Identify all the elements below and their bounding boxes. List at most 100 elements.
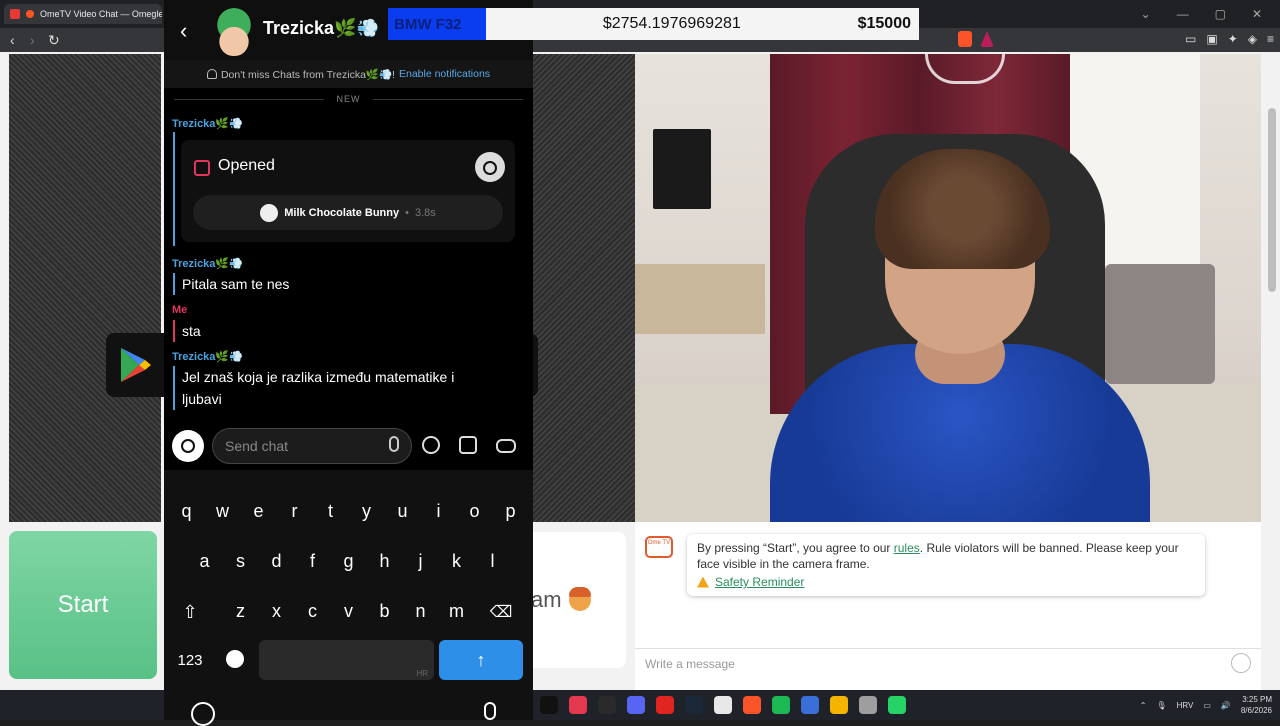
opera-icon[interactable]: [656, 696, 674, 714]
key-h[interactable]: h: [369, 540, 401, 582]
app-red-icon[interactable]: [569, 696, 587, 714]
forward-button[interactable]: ›: [30, 32, 35, 48]
numbers-key[interactable]: 123: [172, 640, 208, 680]
message-input[interactable]: Write a message: [635, 648, 1261, 678]
start-button[interactable]: Start: [9, 531, 157, 679]
tiktok-icon[interactable]: [540, 696, 558, 714]
shift-key[interactable]: ⇧: [172, 592, 208, 632]
games-icon[interactable]: [496, 439, 516, 453]
key-i[interactable]: i: [423, 490, 455, 532]
key-k[interactable]: k: [441, 540, 473, 582]
mic-tray-icon[interactable]: 🎙: [1156, 701, 1166, 710]
rules-link[interactable]: rules: [894, 541, 920, 555]
notification-text: Don't miss Chats from Trezicka🌿💨!: [220, 68, 395, 81]
microphone-icon[interactable]: [389, 436, 399, 452]
keyboard-row-3: zxcvbnm: [164, 590, 533, 632]
snap-message: Opened Milk Chocolate Bunny • 3.8s: [173, 132, 515, 246]
chrome-icon[interactable]: [830, 696, 848, 714]
volume-icon[interactable]: 🔊: [1221, 701, 1231, 710]
key-m[interactable]: m: [441, 590, 473, 632]
browser-tab-ometv[interactable]: OmeTV Video Chat — Omegle ✕: [4, 4, 162, 24]
whatsapp-icon[interactable]: [888, 696, 906, 714]
minimize-button[interactable]: —: [1177, 7, 1189, 21]
key-y[interactable]: y: [351, 490, 383, 532]
epic-games-icon[interactable]: [598, 696, 616, 714]
key-w[interactable]: w: [207, 490, 239, 532]
key-s[interactable]: s: [225, 540, 257, 582]
key-n[interactable]: n: [405, 590, 437, 632]
sidebar-icon[interactable]: ▭: [1185, 32, 1196, 46]
keyboard-mic-icon[interactable]: [484, 702, 496, 720]
safety-reminder-link[interactable]: Safety Reminder: [715, 574, 804, 590]
key-o[interactable]: o: [459, 490, 491, 532]
app-multi-icon[interactable]: [859, 696, 877, 714]
key-f[interactable]: f: [297, 540, 329, 582]
network-icon[interactable]: ▭: [1203, 701, 1211, 710]
steam-icon[interactable]: [685, 696, 703, 714]
app-blue-icon[interactable]: [801, 696, 819, 714]
taskbar-clock[interactable]: 3:25 PM 8/6/2026: [1241, 694, 1272, 716]
snapchat-back-button[interactable]: ‹: [180, 18, 187, 44]
leo-ai-icon[interactable]: ✦: [1228, 32, 1238, 46]
emoji-picker-icon[interactable]: [1231, 653, 1251, 673]
sound-avatar-icon: [260, 203, 279, 222]
key-a[interactable]: a: [189, 540, 221, 582]
tab-search-icon[interactable]: ⌄: [1141, 7, 1151, 21]
maximize-button[interactable]: ▢: [1215, 7, 1226, 21]
bitmoji-icon[interactable]: [422, 436, 440, 454]
goal-name: BMW F32: [388, 8, 486, 40]
vpn-shield-icon[interactable]: ◈: [1248, 32, 1257, 46]
page-scrollbar[interactable]: [1268, 108, 1276, 292]
emoji-key-icon[interactable]: [226, 650, 244, 668]
space-key[interactable]: HR: [259, 640, 434, 680]
key-t[interactable]: t: [315, 490, 347, 532]
google-play-badge[interactable]: [106, 333, 166, 397]
globe-icon[interactable]: [191, 702, 215, 726]
message-sender: Trezicka🌿💨: [172, 351, 243, 363]
key-e[interactable]: e: [243, 490, 275, 532]
enable-notifications-link[interactable]: Enable notifications: [399, 68, 490, 80]
bitmoji-avatar[interactable]: [210, 8, 258, 56]
app-circle-icon[interactable]: [714, 696, 732, 714]
reload-button[interactable]: ↻: [48, 32, 60, 49]
tray-overflow-icon[interactable]: ⌃: [1140, 701, 1147, 710]
menu-icon[interactable]: ≡: [1267, 32, 1274, 46]
key-z[interactable]: z: [225, 590, 257, 632]
snap-status: Opened: [218, 157, 275, 174]
close-window-button[interactable]: ✕: [1252, 7, 1262, 21]
key-g[interactable]: g: [333, 540, 365, 582]
sticker-icon[interactable]: [459, 436, 477, 454]
keyboard-row-1: qwertyuiop: [164, 490, 533, 532]
send-key[interactable]: ↑: [439, 640, 523, 680]
discord-icon[interactable]: [627, 696, 645, 714]
shelf: [635, 264, 765, 334]
key-v[interactable]: v: [333, 590, 365, 632]
key-d[interactable]: d: [261, 540, 293, 582]
key-l[interactable]: l: [477, 540, 509, 582]
sound-attachment[interactable]: Milk Chocolate Bunny • 3.8s: [193, 195, 503, 230]
message-sender: Trezicka🌿💨: [172, 258, 243, 270]
key-p[interactable]: p: [495, 490, 527, 532]
send-chat-input[interactable]: Send chat: [212, 428, 412, 464]
youtube-icon: [10, 9, 20, 19]
spotify-icon[interactable]: [772, 696, 790, 714]
key-x[interactable]: x: [261, 590, 293, 632]
bell-off-icon: [206, 69, 217, 79]
key-c[interactable]: c: [297, 590, 329, 632]
backspace-key[interactable]: ⌫: [481, 592, 521, 632]
brave-icon[interactable]: [743, 696, 761, 714]
key-r[interactable]: r: [279, 490, 311, 532]
key-j[interactable]: j: [405, 540, 437, 582]
back-button[interactable]: ‹: [10, 32, 15, 48]
key-b[interactable]: b: [369, 590, 401, 632]
reply-camera-icon[interactable]: [475, 152, 505, 182]
key-u[interactable]: u: [387, 490, 419, 532]
brave-shields-icon[interactable]: [958, 31, 972, 47]
key-q[interactable]: q: [171, 490, 203, 532]
language-indicator[interactable]: HRV: [1177, 701, 1194, 710]
wallet-icon[interactable]: ▣: [1206, 32, 1217, 46]
contact-name[interactable]: Trezicka🌿💨: [263, 18, 379, 39]
opened-snap-card[interactable]: Opened Milk Chocolate Bunny • 3.8s: [181, 140, 515, 242]
camera-icon[interactable]: [172, 430, 204, 462]
browser-toolbar-right: ▭ ▣ ✦ ◈ ≡: [1185, 32, 1274, 46]
